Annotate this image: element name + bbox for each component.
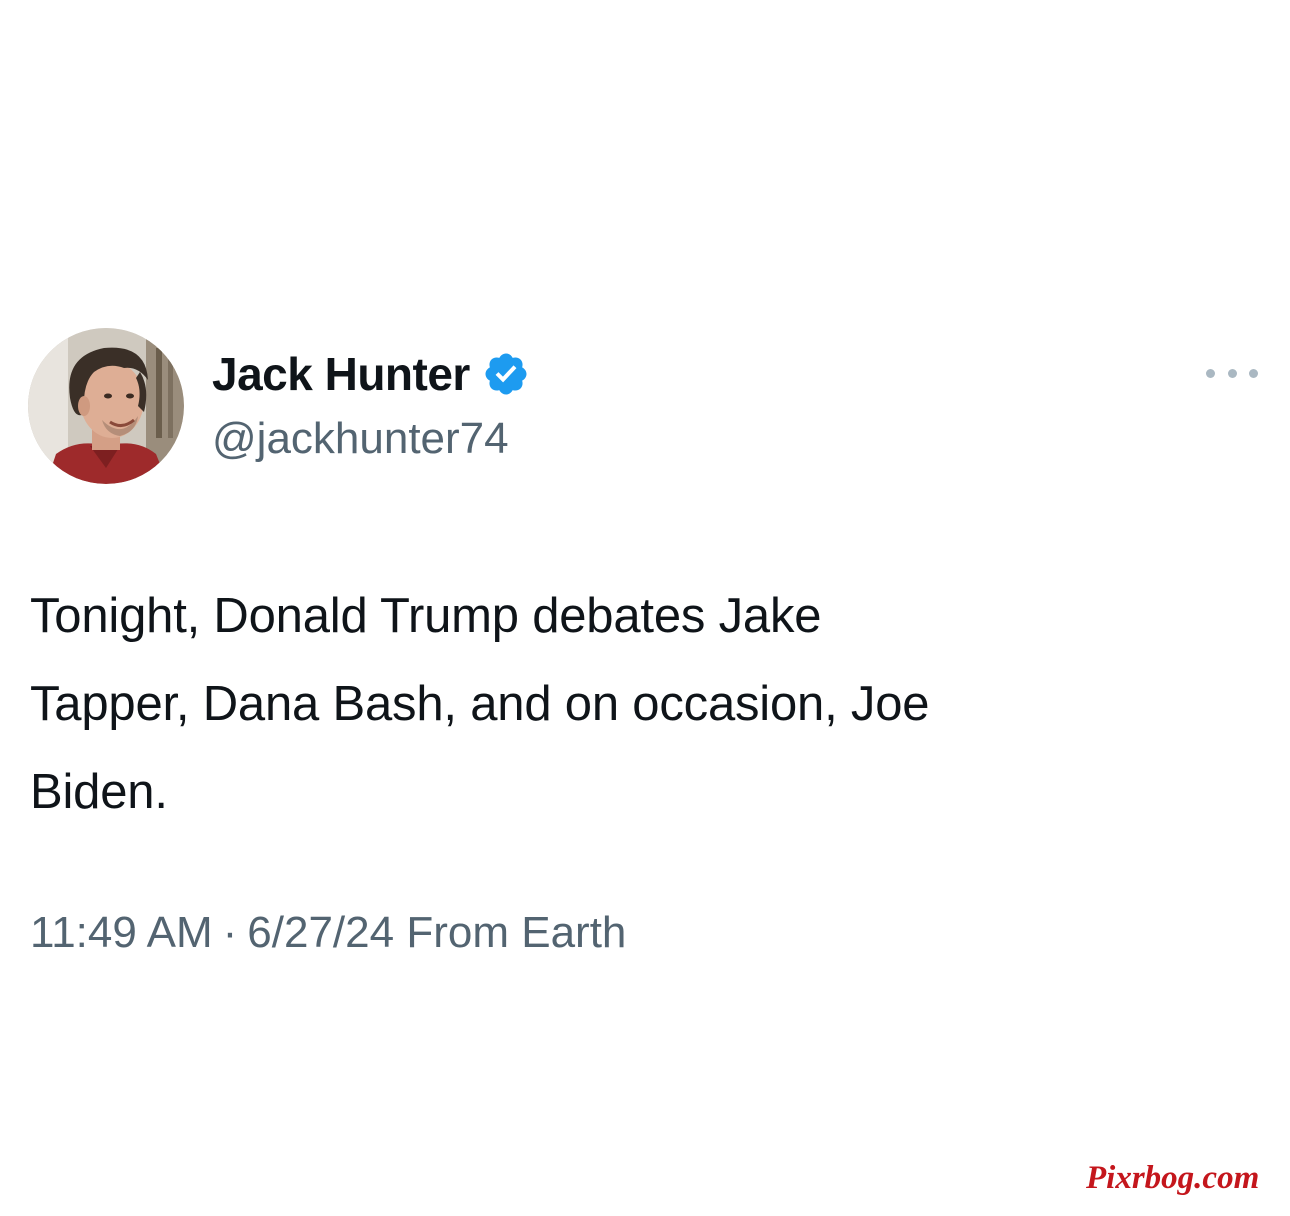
tweet-source: From Earth [406, 908, 627, 957]
author-name-row: Jack Hunter [212, 344, 530, 404]
tweet-text-line: Tapper, Dana Bash, and on occasion, Joe [30, 677, 930, 731]
watermark: Pixrbog.com [1086, 1160, 1260, 1196]
meta-separator: · [222, 908, 238, 957]
tweet-date[interactable]: 6/27/24 [247, 908, 394, 957]
more-horizontal-icon-dot [1227, 368, 1237, 378]
tweet-meta: 11:49 AM · 6/27/24 From Earth [30, 908, 626, 958]
avatar[interactable] [28, 328, 184, 484]
display-name[interactable]: Jack Hunter [212, 347, 470, 401]
tweet-text: Tonight, Donald Trump debates Jake Tappe… [30, 572, 1250, 836]
tweet-card: Jack Hunter @jackhunter74 Tonight, Donal… [0, 0, 1290, 1216]
more-options-button[interactable] [1206, 360, 1258, 386]
author-handle[interactable]: @jackhunter74 [212, 414, 509, 464]
verified-badge-icon[interactable] [482, 350, 530, 398]
more-horizontal-icon-dot [1249, 368, 1258, 378]
tweet-time[interactable]: 11:49 AM [30, 908, 213, 957]
tweet-text-line: Tonight, Donald Trump debates Jake [30, 589, 822, 643]
tweet-text-line: Biden. [30, 765, 168, 819]
more-horizontal-icon [1206, 368, 1215, 378]
avatar-photo [28, 328, 184, 484]
